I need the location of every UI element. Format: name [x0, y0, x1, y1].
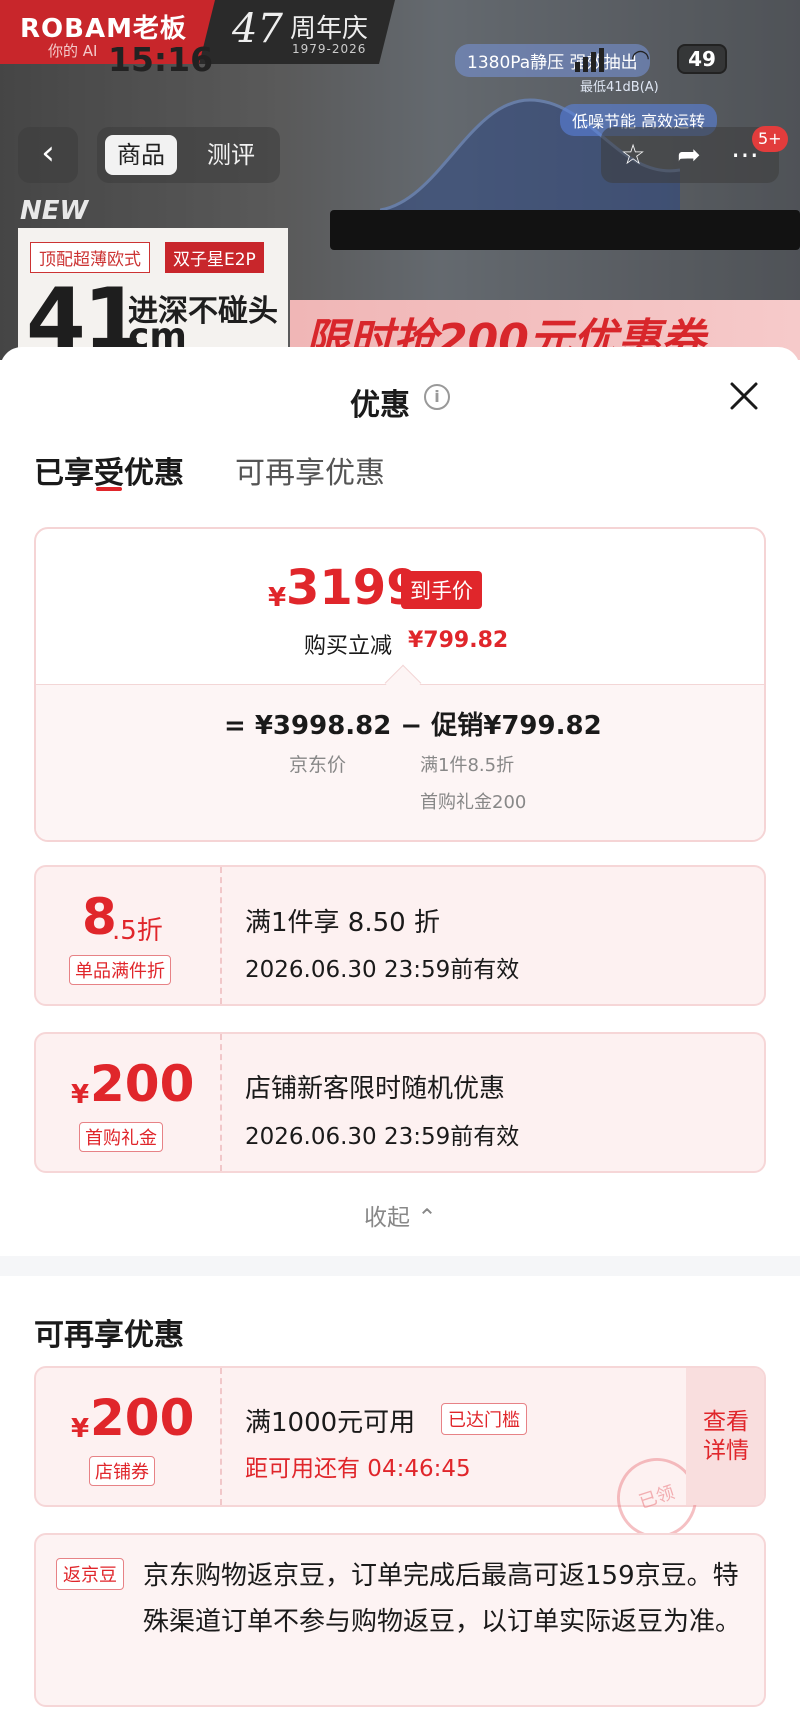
- gift-title: 店铺新客限时随机优惠: [245, 1074, 506, 1104]
- gift-type-label: 首购礼金: [79, 1122, 163, 1152]
- instant-reduce-label: 购买立减: [304, 634, 393, 659]
- signal-icon: [575, 48, 607, 72]
- store-coupon-value: 200: [90, 1389, 195, 1447]
- final-price: 3199: [286, 560, 420, 616]
- promo-tag-model: 双子星E2P: [165, 242, 264, 273]
- status-time: 15:16: [108, 40, 214, 79]
- wifi-icon: ◠: [632, 46, 649, 71]
- tab-active-indicator: [96, 487, 122, 491]
- feature-pill-suction: 1380Pa静压 强效抽出: [455, 44, 650, 77]
- battery-icon: 49: [677, 44, 727, 74]
- tab-product[interactable]: 商品: [105, 135, 177, 175]
- gift-validity: 2026.06.30 23:59前有效: [245, 1124, 520, 1150]
- bean-description: 京东购物返京豆，订单完成后最高可返159京豆。特殊渠道订单不参与购物返豆，以订单…: [143, 1553, 755, 1645]
- bean-text: 京东购物返京豆，订单完成后最高可返159京豆。特殊渠道订单不参与购物返豆，以订单…: [143, 1561, 742, 1637]
- section-divider: [0, 1256, 800, 1276]
- promo-tag-ultra-thin: 顶配超薄欧式: [30, 242, 150, 273]
- discount-type-label: 单品满件折: [69, 955, 171, 985]
- collapse-button[interactable]: 收起 ⌃: [364, 1198, 437, 1232]
- store-coupon-label: 店铺券: [89, 1456, 155, 1486]
- tab-enjoyed-discounts[interactable]: 已享受优惠: [34, 448, 184, 492]
- new-label: NEW: [20, 196, 89, 226]
- more-discounts-title: 可再享优惠: [34, 1318, 184, 1353]
- discount-title: 满1件享 8.50 折: [245, 908, 440, 938]
- bean-tag: 返京豆: [56, 1558, 124, 1590]
- anniversary-label: 周年庆: [290, 14, 369, 44]
- nav-tab-switch: 商品 测评: [97, 127, 280, 183]
- promo-note-gift: 首购礼金200: [420, 792, 527, 813]
- store-coupon-title: 满1000元可用: [245, 1408, 416, 1438]
- close-icon[interactable]: [726, 378, 762, 414]
- collapse-label: 收起: [364, 1205, 410, 1231]
- tab-review[interactable]: 测评: [195, 135, 267, 175]
- store-coupon-currency: ¥: [71, 1414, 90, 1444]
- back-button[interactable]: ‹: [18, 127, 78, 183]
- chevron-up-icon: ⌃: [417, 1205, 437, 1231]
- share-icon[interactable]: ➦: [671, 137, 707, 173]
- promo-note-discount: 满1件8.5折: [420, 755, 515, 776]
- instant-reduce-value: ¥799.82: [408, 628, 509, 653]
- gift-currency: ¥: [71, 1080, 90, 1110]
- jd-price-label: 京东价: [289, 754, 347, 776]
- favorite-star-icon[interactable]: ☆: [615, 137, 651, 173]
- gift-value: 200: [90, 1055, 195, 1113]
- message-badge: 5+: [752, 126, 788, 152]
- feature-noise-level: 最低41dB(A): [580, 80, 659, 95]
- price-equation: = ¥3998.82 − 促销¥799.82: [224, 711, 602, 741]
- anniversary-years: 1979-2026: [292, 42, 367, 56]
- final-price-currency: ¥: [268, 583, 287, 613]
- info-icon[interactable]: i: [424, 384, 450, 410]
- threshold-reached-tag: 已达门槛: [441, 1403, 527, 1435]
- discount-value-tail: .5折: [112, 916, 163, 946]
- view-details-label: 查看详情: [703, 1409, 749, 1464]
- discount-validity: 2026.06.30 23:59前有效: [245, 957, 520, 983]
- final-price-tag: 到手价: [401, 571, 482, 609]
- anniversary-number: 47: [232, 6, 283, 52]
- sheet-title: 优惠: [350, 388, 410, 423]
- store-coupon-countdown: 距可用还有 04:46:45: [245, 1456, 471, 1482]
- tab-more-discounts[interactable]: 可再享优惠: [235, 448, 385, 492]
- brand-slogan: 你的 AI: [48, 42, 98, 60]
